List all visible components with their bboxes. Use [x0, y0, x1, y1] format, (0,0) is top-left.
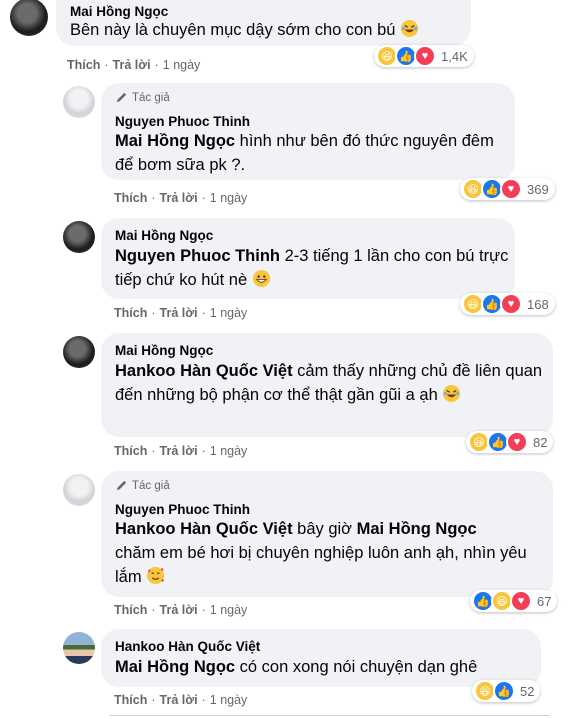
- comment-bubble: Mai Hồng Ngọc Hankoo Hàn Quốc Việt cảm t…: [101, 333, 553, 437]
- comment-timestamp[interactable]: 1 ngày: [163, 58, 201, 72]
- mention-link[interactable]: Mai Hồng Ngọc: [115, 132, 235, 150]
- mention-link[interactable]: Nguyen Phuoc Thinh: [115, 247, 280, 265]
- comment-actions: Thích · Trả lời · 1 ngày: [114, 306, 248, 320]
- comment-timestamp[interactable]: 1 ngày: [210, 603, 248, 617]
- comment-text: Mai Hồng Ngọc hình như bên đó thức nguyê…: [115, 132, 494, 174]
- rofl-emoji: [443, 384, 461, 403]
- comment-timestamp[interactable]: 1 ngày: [210, 693, 248, 707]
- bottom-divider: [110, 715, 550, 716]
- comment-author[interactable]: Hankoo Hàn Quốc Việt: [115, 639, 260, 654]
- reaction-summary[interactable]: 😆 👍 ♥ 1,4K: [374, 45, 474, 67]
- mention-link[interactable]: Mai Hồng Ngọc: [115, 658, 235, 676]
- like-reaction-icon: 👍: [493, 680, 515, 702]
- love-reaction-icon: ♥: [500, 178, 522, 200]
- comment-actions: Thích · Trả lời · 1 ngày: [114, 603, 248, 617]
- comment-author[interactable]: Nguyen Phuoc Thinh: [115, 502, 250, 517]
- comment-actions: Thích · Trả lời · 1 ngày: [114, 444, 248, 458]
- like-link[interactable]: Thích: [114, 603, 147, 617]
- avatar[interactable]: [63, 221, 95, 253]
- avatar[interactable]: [10, 0, 48, 36]
- like-link[interactable]: Thích: [67, 58, 100, 72]
- reply-link[interactable]: Trả lời: [160, 444, 198, 458]
- reaction-summary[interactable]: 😆 👍 ♥ 168: [460, 293, 555, 315]
- like-link[interactable]: Thích: [114, 693, 147, 707]
- love-reaction-icon: ♥: [414, 45, 436, 67]
- comment-author[interactable]: Mai Hồng Ngọc: [115, 228, 213, 243]
- like-link[interactable]: Thích: [114, 306, 147, 320]
- reply-link[interactable]: Trả lời: [160, 191, 198, 205]
- grin-emoji: [252, 269, 270, 288]
- comment-bubble: Mai Hồng Ngọc Bên này là chuyên mục dậy …: [56, 0, 471, 46]
- comment-text: Nguyen Phuoc Thinh 2-3 tiếng 1 lần cho c…: [115, 247, 509, 289]
- reaction-count: 67: [537, 593, 552, 609]
- mention-link[interactable]: Hankoo Hàn Quốc Việt: [115, 362, 293, 380]
- comment-timestamp[interactable]: 1 ngày: [210, 306, 248, 320]
- reply-link[interactable]: Trả lời: [160, 693, 198, 707]
- comment-text: Hankoo Hàn Quốc Việt bây giờ Mai Hồng Ng…: [115, 520, 527, 586]
- reaction-count: 168: [527, 296, 549, 312]
- reaction-count: 1,4K: [441, 48, 468, 64]
- like-link[interactable]: Thích: [114, 191, 147, 205]
- comment-timestamp[interactable]: 1 ngày: [210, 191, 248, 205]
- comment-author[interactable]: Mai Hồng Ngọc: [70, 4, 168, 19]
- mention-link[interactable]: Hankoo Hàn Quốc Việt: [115, 520, 293, 538]
- avatar[interactable]: [63, 86, 95, 118]
- reaction-summary[interactable]: 😆 👍 52: [472, 680, 541, 702]
- reaction-count: 369: [527, 181, 549, 197]
- reaction-count: 52: [520, 683, 535, 699]
- pencil-icon: [116, 92, 127, 103]
- mention-link[interactable]: Mai Hồng Ngọc: [357, 520, 477, 538]
- author-badge: Tác giả: [115, 91, 170, 104]
- comment-actions: Thích · Trả lời · 1 ngày: [114, 191, 248, 205]
- rofl-emoji: [400, 19, 419, 38]
- comment-timestamp[interactable]: 1 ngày: [210, 444, 248, 458]
- reaction-summary[interactable]: 😆 👍 ♥ 82: [466, 431, 554, 453]
- reaction-count: 82: [533, 434, 548, 450]
- avatar[interactable]: [63, 632, 95, 664]
- pencil-icon: [116, 480, 127, 491]
- comment-text: Hankoo Hàn Quốc Việt cảm thấy những chủ …: [115, 362, 543, 404]
- hearts-emoji: [147, 566, 165, 585]
- love-reaction-icon: ♥: [506, 431, 528, 453]
- comment-bubble: Tác giả Nguyen Phuoc Thinh Mai Hồng Ngọc…: [101, 83, 515, 180]
- reaction-summary[interactable]: 👍 😆 ♥ 67: [470, 590, 558, 612]
- comment-bubble: Hankoo Hàn Quốc Việt Mai Hồng Ngọc có co…: [101, 629, 541, 687]
- reaction-summary[interactable]: 😆 👍 ♥ 369: [460, 178, 555, 200]
- comment-actions: Thích · Trả lời · 1 ngày: [67, 58, 201, 72]
- reply-link[interactable]: Trả lời: [113, 58, 151, 72]
- avatar[interactable]: [63, 336, 95, 368]
- love-reaction-icon: ♥: [500, 293, 522, 315]
- author-badge: Tác giả: [115, 479, 170, 492]
- comment-author[interactable]: Nguyen Phuoc Thinh: [115, 114, 250, 129]
- love-reaction-icon: ♥: [510, 590, 532, 612]
- comment-text: Mai Hồng Ngọc có con xong nói chuyện dạn…: [115, 658, 478, 676]
- avatar[interactable]: [63, 474, 95, 506]
- like-link[interactable]: Thích: [114, 444, 147, 458]
- comment-bubble: Mai Hồng Ngọc Nguyen Phuoc Thinh 2-3 tiế…: [101, 218, 515, 299]
- comment-bubble: Tác giả Nguyen Phuoc Thinh Hankoo Hàn Qu…: [101, 471, 553, 597]
- comment-author[interactable]: Mai Hồng Ngọc: [115, 343, 213, 358]
- reply-link[interactable]: Trả lời: [160, 306, 198, 320]
- comment-text: Bên này là chuyên mục dậy sớm cho con bú: [70, 18, 470, 42]
- comment-actions: Thích · Trả lời · 1 ngày: [114, 693, 248, 707]
- reply-link[interactable]: Trả lời: [160, 603, 198, 617]
